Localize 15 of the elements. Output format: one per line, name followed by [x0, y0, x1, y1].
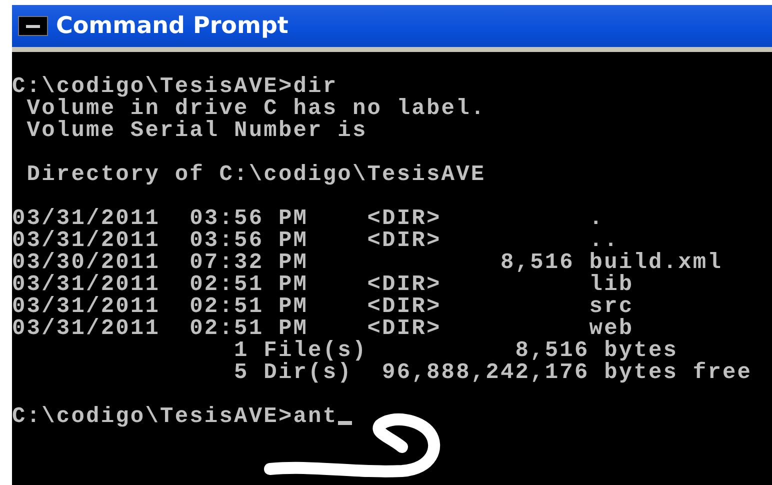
console-line: 03/31/2011 02:51 PM <DIR> lib [12, 274, 634, 296]
console-line: 03/31/2011 02:51 PM <DIR> web [12, 318, 634, 340]
console-line: 03/31/2011 03:56 PM <DIR> . [12, 208, 604, 230]
console-line: 1 File(s) 8,516 bytes [233, 340, 678, 362]
console-line: 03/31/2011 02:51 PM <DIR> src [12, 296, 634, 318]
console-icon [18, 16, 48, 36]
window-title: Command Prompt [56, 13, 288, 39]
console-line: C:\codigo\TesisAVE>dir [12, 76, 338, 98]
console-line: Volume in drive C has no label. [26, 98, 486, 120]
console-line: 03/31/2011 03:56 PM <DIR> .. [12, 230, 619, 252]
console-line: 03/30/2011 07:32 PM 8,516 build.xml [12, 252, 723, 274]
console-line: Volume Serial Number is [26, 120, 368, 142]
console-line: Directory of C:\codigo\TesisAVE [26, 164, 486, 186]
console-line: 5 Dir(s) 96,888,242,176 bytes free [233, 362, 752, 384]
command-prompt-line: C:\codigo\TesisAVE>ant [12, 406, 338, 428]
